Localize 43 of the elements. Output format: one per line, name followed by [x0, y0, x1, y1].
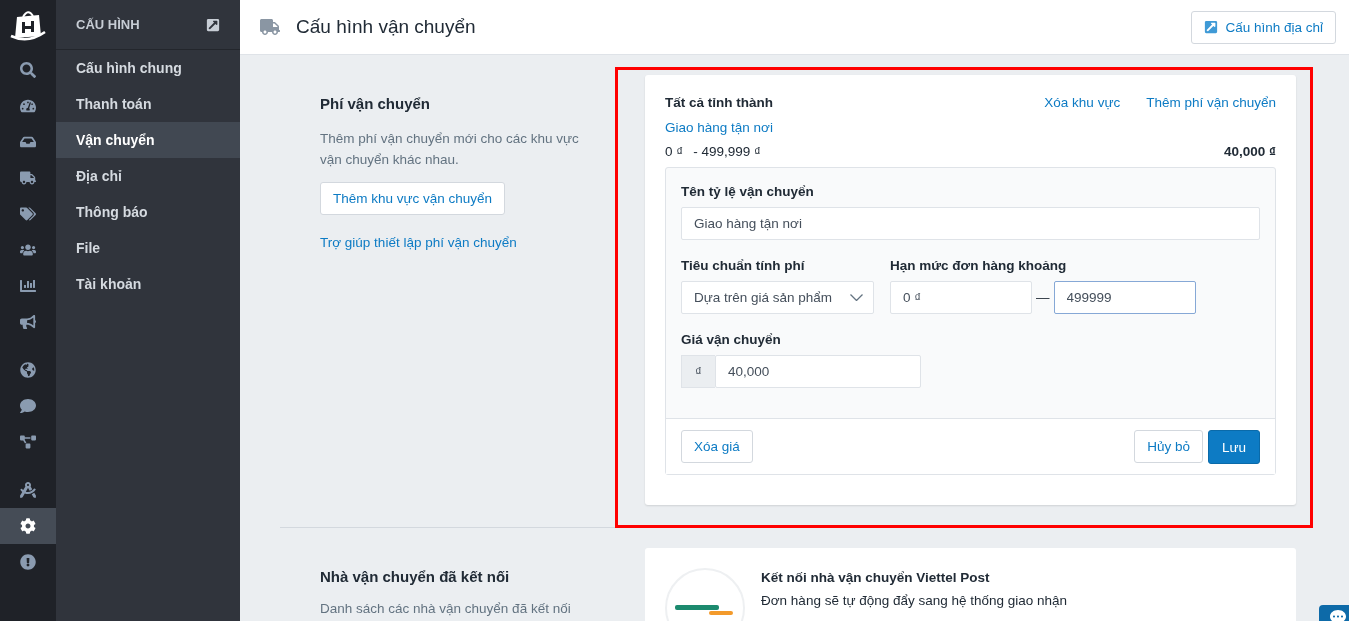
settings-icon[interactable] — [0, 508, 56, 544]
sidebar-item[interactable]: File — [56, 230, 240, 266]
delete-rate-button[interactable]: Xóa giá — [681, 430, 753, 463]
sidebar-item[interactable]: Thanh toán — [56, 86, 240, 122]
add-fee-link[interactable]: Thêm phí vận chuyển — [1146, 95, 1276, 110]
zone-name: Tất cả tỉnh thành — [665, 95, 773, 110]
page-title: Cấu hình vận chuyển — [296, 16, 477, 38]
carrier-title: Kết nối nhà vận chuyển Viettel Post — [761, 570, 991, 585]
section-description: Danh sách các nhà vận chuyển đã kết nối — [320, 601, 572, 617]
truck-icon — [260, 17, 280, 37]
sidebar-item[interactable]: Cấu hình chung — [56, 50, 240, 86]
rate-name-input[interactable]: Giao hàng tận nơi — [681, 207, 1260, 240]
chevron-down-icon — [850, 294, 863, 301]
sidebar-item[interactable]: Vận chuyển — [56, 122, 240, 158]
sidebar-item[interactable]: Địa chỉ — [56, 158, 240, 194]
field-label: Tiêu chuẩn tính phí — [681, 258, 806, 273]
help-link[interactable]: Trợ giúp thiết lập phí vận chuyển — [320, 235, 517, 250]
carrier-description: Đơn hàng sẽ tự động đẩy sang hệ thống giao nhận — [761, 593, 1068, 608]
external-link-icon[interactable] — [206, 17, 220, 32]
field-label: Giá vận chuyển — [681, 332, 782, 347]
sidebar-item[interactable]: Tài khoản — [56, 266, 240, 302]
range-to: - 499,999 ₫ — [693, 144, 761, 159]
criteria-select[interactable]: Dựa trên giá sản phẩm — [681, 281, 874, 314]
cancel-button[interactable]: Hủy bỏ — [1134, 430, 1203, 463]
external-link-icon — [1204, 20, 1219, 34]
sidebar-title: CẤU HÌNH — [76, 17, 140, 32]
address-settings-button[interactable]: Cấu hình địa chỉ — [1191, 10, 1336, 44]
add-zone-button[interactable]: Thêm khu vực vận chuyển — [320, 182, 506, 215]
rate-name-link[interactable]: Giao hàng tận nơi — [665, 120, 773, 135]
max-amount-input[interactable]: 499999 — [1053, 281, 1196, 314]
section-title: Phí vận chuyển — [320, 95, 431, 112]
save-button[interactable]: Lưu — [1207, 430, 1260, 464]
min-amount-input[interactable]: 0 ₫ — [890, 281, 1032, 314]
range-separator: — — [1036, 290, 1050, 305]
logo-icon — [9, 8, 47, 42]
delete-zone-link[interactable]: Xóa khu vực — [1044, 95, 1121, 110]
section-title: Nhà vận chuyển đã kết nối — [320, 568, 510, 585]
sidebar-item[interactable]: Thông báo — [56, 194, 240, 230]
field-label: Hạn mức đơn hàng khoảng — [890, 258, 1068, 273]
field-label: Tên tỷ lệ vận chuyển — [681, 184, 815, 199]
rate-price: 40,000 ₫ — [1224, 144, 1276, 159]
range-from: 0 ₫ — [665, 144, 684, 159]
section-description: Thêm phí vận chuyển mới cho các khu vực vận chuyển khác nhau. — [320, 130, 580, 169]
